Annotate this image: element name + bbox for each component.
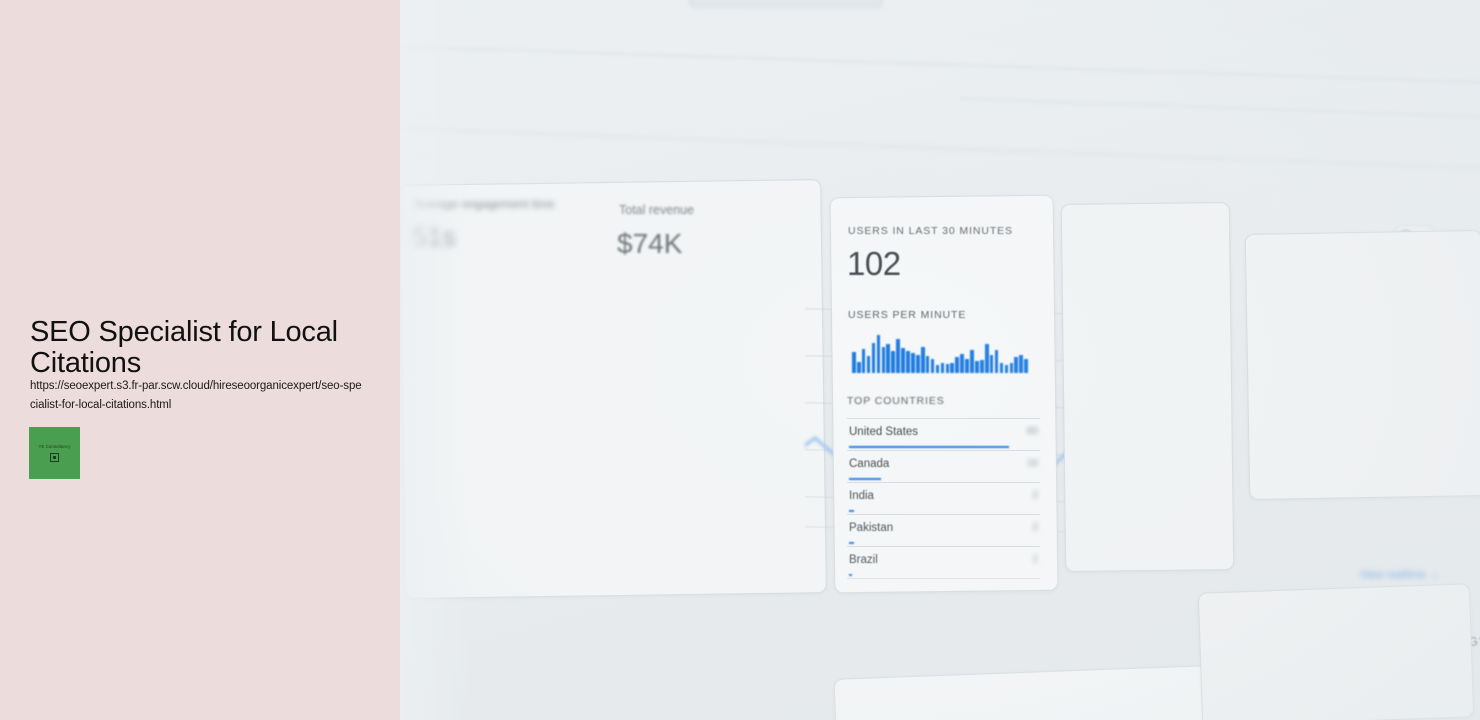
users-last-30-label: USERS IN LAST 30 MINUTES: [848, 225, 1013, 237]
country-users: 80: [1026, 426, 1038, 437]
country-row[interactable]: Canada 16: [847, 450, 1040, 482]
logo: YE Consultancy: [29, 427, 80, 479]
surface-edge: [959, 98, 1480, 118]
dashboard-photo: Average engagement time 51s ? Total reve…: [400, 0, 1480, 720]
country-users: 2: [1032, 522, 1038, 533]
country-name: Pakistan: [849, 522, 894, 534]
revenue-value: $74K: [617, 228, 683, 259]
country-row[interactable]: Brazil 1: [847, 546, 1040, 579]
country-users: 1: [1032, 554, 1038, 565]
users-per-minute-chart: [852, 333, 1028, 373]
country-row[interactable]: United States 80: [847, 418, 1040, 450]
country-users: 16: [1026, 458, 1038, 469]
bottom-report-card: [1197, 583, 1475, 720]
country-name: India: [849, 490, 874, 502]
page-title: SEO Specialist for Local Citations: [30, 316, 338, 380]
revenue-label: Total revenue: [619, 203, 695, 217]
user-activity-card: [833, 665, 1214, 720]
engagement-label: Average engagement time: [414, 197, 555, 211]
view-realtime-link[interactable]: View realtime →: [1360, 569, 1440, 581]
metrics-chart-card: [400, 179, 827, 599]
page-url: https://seoexpert.s3.fr-par.scw.cloud/hi…: [30, 380, 362, 411]
country-name: Brazil: [849, 554, 878, 566]
logo-text: YE Consultancy: [38, 444, 71, 449]
users-last-30-value: 102: [847, 245, 901, 282]
insights-card: [1060, 201, 1235, 573]
country-row[interactable]: Pakistan 2: [847, 514, 1040, 546]
country-users: 2: [1032, 490, 1038, 501]
country-row[interactable]: India 2: [847, 482, 1040, 514]
logo-mark-icon: [50, 453, 59, 462]
surface-edge: [400, 128, 1480, 169]
top-countries-label: TOP COUNTRIES: [847, 395, 945, 407]
background-window: [690, 0, 882, 7]
surface-edge: [400, 46, 1480, 84]
left-panel: SEO Specialist for Local Citations https…: [0, 0, 400, 720]
page-root: Average engagement time 51s ? Total reve…: [0, 0, 1480, 720]
bar-panel-card: [1244, 229, 1480, 501]
country-name: United States: [849, 426, 919, 438]
country-name: Canada: [849, 458, 890, 470]
users-per-minute-label: USERS PER MINUTE: [848, 309, 967, 321]
engagement-value: 51s: [412, 222, 456, 252]
